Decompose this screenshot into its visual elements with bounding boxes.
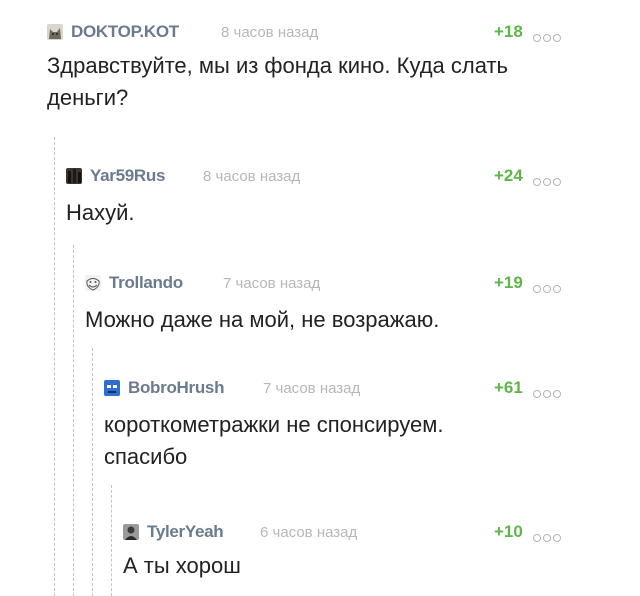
trollface-avatar-icon[interactable] (85, 275, 101, 291)
comment-text: короткометражки не спонсируем. спасибо (104, 412, 444, 469)
comment-timestamp: 6 часов назад (260, 524, 358, 541)
comment-rating: +19 (494, 273, 523, 292)
more-options-icon[interactable] (533, 173, 563, 186)
comment-header: TylerYeah 6 часов назад +10 (123, 522, 563, 548)
comment: Trollando 7 часов назад +19 Можно даже н… (85, 273, 565, 336)
comment-username[interactable]: Yar59Rus (90, 166, 165, 186)
thread-line-2 (73, 245, 74, 596)
comment: Yar59Rus 8 часов назад +24 Нахуй. (66, 166, 566, 229)
comment-timestamp: 8 часов назад (203, 168, 301, 185)
more-options-icon[interactable] (533, 29, 563, 42)
comment: BobroHrush 7 часов назад +61 короткометр… (104, 378, 561, 473)
comment-header: DOKTOP.KOT 8 часов назад +18 (47, 22, 567, 48)
comment-username[interactable]: TylerYeah (147, 522, 224, 542)
cat-avatar-icon[interactable] (47, 24, 63, 40)
comment-rating: +61 (494, 378, 523, 397)
comment: TylerYeah 6 часов назад +10 А ты хорош (123, 522, 563, 582)
dark-figures-avatar-icon[interactable] (66, 168, 82, 184)
comment-timestamp: 7 часов назад (223, 275, 321, 292)
comment-header: BobroHrush 7 часов назад +61 (104, 378, 561, 404)
comment-header: Yar59Rus 8 часов назад +24 (66, 166, 566, 192)
comment-timestamp: 8 часов назад (221, 24, 319, 41)
comment-text: Можно даже на мой, не возражаю. (85, 307, 440, 332)
comment-rating: +10 (494, 522, 523, 541)
comment-text: А ты хорош (123, 553, 241, 578)
comment-rating: +24 (494, 166, 523, 185)
person-avatar-icon[interactable] (123, 524, 139, 540)
thread-line-1 (54, 137, 55, 596)
comment-timestamp: 7 часов назад (263, 380, 361, 397)
more-options-icon[interactable] (533, 385, 563, 398)
comment-rating: +18 (494, 22, 523, 41)
comment-text: Нахуй. (66, 200, 135, 225)
comment: DOKTOP.KOT 8 часов назад +18 Здравствуйт… (47, 22, 567, 114)
more-options-icon[interactable] (533, 529, 563, 542)
comment-text: Здравствуйте, мы из фонда кино. Куда сла… (47, 53, 509, 110)
blue-face-avatar-icon[interactable] (104, 380, 120, 396)
more-options-icon[interactable] (533, 280, 563, 293)
thread-line-4 (111, 485, 112, 596)
thread-line-3 (92, 348, 93, 596)
comment-header: Trollando 7 часов назад +19 (85, 273, 565, 299)
comment-username[interactable]: BobroHrush (128, 378, 224, 398)
comment-username[interactable]: DOKTOP.KOT (71, 22, 179, 42)
comment-username[interactable]: Trollando (109, 273, 183, 293)
